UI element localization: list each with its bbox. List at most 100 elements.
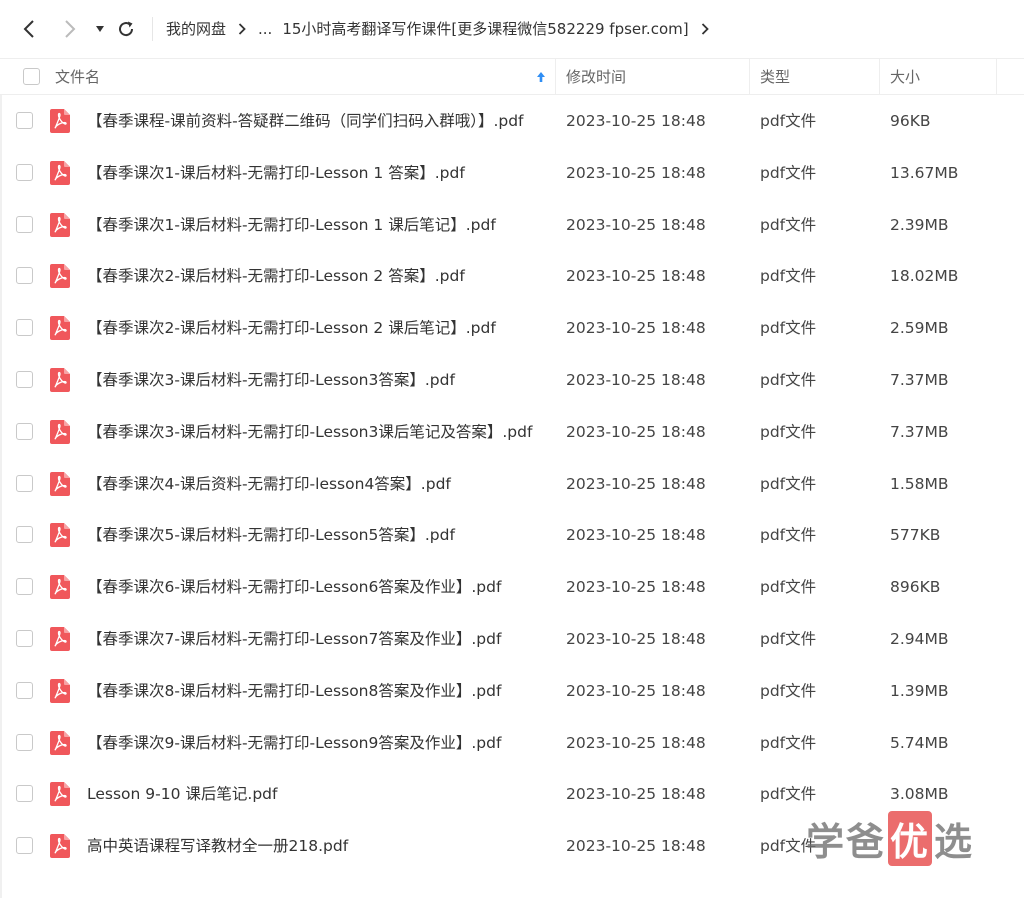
column-divider[interactable]	[555, 59, 556, 94]
file-modified-time: 2023-10-25 18:48	[566, 630, 706, 648]
file-name[interactable]: 【春季课次8-课后材料-无需打印-Lesson8答案及作业】.pdf	[87, 665, 501, 717]
row-checkbox[interactable]	[16, 163, 33, 181]
sort-up-arrow-icon[interactable]	[536, 59, 546, 94]
file-name[interactable]: 高中英语课程写译教材全一册218.pdf	[87, 820, 348, 872]
breadcrumb-current[interactable]: 15小时高考翻译写作课件[更多课程微信582229 fpser.com]	[282, 18, 688, 39]
breadcrumb-root[interactable]: 我的网盘	[166, 18, 226, 39]
row-checkbox[interactable]	[16, 785, 33, 803]
column-divider[interactable]	[749, 59, 750, 94]
row-checkbox[interactable]	[16, 578, 33, 596]
column-type[interactable]: 类型	[760, 59, 790, 94]
column-size[interactable]: 大小	[890, 59, 920, 94]
file-modified-time: 2023-10-25 18:48	[566, 785, 706, 804]
row-checkbox[interactable]	[16, 526, 33, 544]
pdf-file-icon	[50, 627, 70, 651]
pdf-file-icon	[50, 834, 70, 859]
file-name[interactable]: 【春季课次9-课后材料-无需打印-Lesson9答案及作业】.pdf	[87, 717, 501, 769]
file-size: 96KB	[890, 112, 931, 130]
file-size: 5.74MB	[890, 733, 949, 752]
file-name[interactable]: 【春季课次7-课后材料-无需打印-Lesson7答案及作业】.pdf	[87, 613, 501, 665]
file-name[interactable]: 【春季课次1-课后材料-无需打印-Lesson 1 答案】.pdf	[87, 147, 465, 199]
file-row[interactable]: 【春季课次9-课后材料-无需打印-Lesson9答案及作业】.pdf 2023-1…	[0, 717, 1024, 769]
row-checkbox[interactable]	[16, 267, 33, 285]
file-size: 7.37MB	[890, 371, 949, 389]
file-row[interactable]: 【春季课次1-课后材料-无需打印-Lesson 1 答案】.pdf 2023-10…	[0, 147, 1024, 199]
pdf-file-icon	[50, 212, 70, 237]
file-name[interactable]: 【春季课次6-课后材料-无需打印-Lesson6答案及作业】.pdf	[87, 561, 501, 613]
file-modified-time: 2023-10-25 18:48	[566, 422, 706, 441]
file-modified-time: 2023-10-25 18:48	[566, 371, 706, 389]
file-size: 1.39MB	[890, 681, 949, 700]
row-checkbox[interactable]	[16, 733, 33, 751]
file-type: pdf文件	[760, 733, 817, 752]
file-name[interactable]: 【春季课次5-课后材料-无需打印-Lesson5答案】.pdf	[87, 509, 455, 561]
row-checkbox[interactable]	[16, 422, 33, 440]
pdf-file-icon	[50, 782, 70, 807]
history-dropdown-button[interactable]	[88, 17, 112, 41]
file-name[interactable]: 【春季课次2-课后材料-无需打印-Lesson 2 答案】.pdf	[87, 250, 465, 302]
row-checkbox[interactable]	[16, 215, 33, 233]
file-row[interactable]: 【春季课次4-课后资料-无需打印-lesson4答案】.pdf 2023-10-2…	[0, 458, 1024, 510]
select-all-checkbox[interactable]	[23, 59, 40, 94]
file-modified-time: 2023-10-25 18:48	[566, 526, 706, 545]
file-size: 577KB	[890, 526, 941, 545]
file-row[interactable]: 【春季课次8-课后材料-无需打印-Lesson8答案及作业】.pdf 2023-1…	[0, 665, 1024, 717]
row-checkbox[interactable]	[16, 837, 33, 855]
file-row[interactable]: 【春季课次2-课后材料-无需打印-Lesson 2 课后笔记】.pdf 2023-…	[0, 302, 1024, 354]
file-row[interactable]: 【春季课次5-课后材料-无需打印-Lesson5答案】.pdf 2023-10-2…	[0, 509, 1024, 561]
row-checkbox[interactable]	[16, 319, 33, 337]
pdf-file-icon	[50, 160, 70, 185]
file-type: pdf文件	[760, 163, 817, 182]
file-type: pdf文件	[760, 474, 817, 493]
column-modified[interactable]: 修改时间	[566, 59, 626, 94]
file-type: pdf文件	[760, 630, 817, 648]
breadcrumb: 我的网盘 ... 15小时高考翻译写作课件[更多课程微信582229 fpser…	[166, 18, 721, 39]
breadcrumb-ellipsis[interactable]: ...	[258, 20, 272, 38]
refresh-button[interactable]	[114, 17, 138, 41]
file-name[interactable]: 【春季课次4-课后资料-无需打印-lesson4答案】.pdf	[87, 458, 451, 510]
watermark-logo: 学爸优选	[806, 810, 974, 866]
file-name[interactable]: 【春季课程-课前资料-答疑群二维码（同学们扫码入群哦）】.pdf	[87, 95, 524, 147]
pdf-file-icon	[50, 316, 70, 341]
file-modified-time: 2023-10-25 18:48	[566, 474, 706, 493]
watermark-highlight: 优	[888, 810, 933, 866]
file-row[interactable]: 【春季课次7-课后材料-无需打印-Lesson7答案及作业】.pdf 2023-1…	[0, 613, 1024, 665]
file-row[interactable]: 【春季课程-课前资料-答疑群二维码（同学们扫码入群哦）】.pdf 2023-10-…	[0, 95, 1024, 147]
toolbar: 我的网盘 ... 15小时高考翻译写作课件[更多课程微信582229 fpser…	[0, 0, 1024, 58]
forward-button[interactable]	[58, 17, 82, 41]
pdf-file-icon	[50, 523, 70, 548]
file-row[interactable]: 【春季课次2-课后材料-无需打印-Lesson 2 答案】.pdf 2023-10…	[0, 250, 1024, 302]
file-size: 18.02MB	[890, 267, 959, 286]
pdf-file-icon	[50, 575, 70, 600]
file-row[interactable]: 【春季课次3-课后材料-无需打印-Lesson3答案】.pdf 2023-10-2…	[0, 354, 1024, 406]
refresh-icon	[119, 21, 134, 37]
pdf-file-icon	[50, 264, 70, 289]
column-divider[interactable]	[996, 59, 997, 94]
file-modified-time: 2023-10-25 18:48	[566, 578, 706, 597]
file-modified-time: 2023-10-25 18:48	[566, 837, 706, 856]
file-row[interactable]: 【春季课次6-课后材料-无需打印-Lesson6答案及作业】.pdf 2023-1…	[0, 561, 1024, 613]
pdf-file-icon	[50, 678, 70, 703]
file-modified-time: 2023-10-25 18:48	[566, 681, 706, 700]
back-button[interactable]	[17, 17, 41, 41]
file-size: 2.94MB	[890, 630, 949, 648]
file-name[interactable]: 【春季课次1-课后材料-无需打印-Lesson 1 课后笔记】.pdf	[87, 199, 496, 251]
file-type: pdf文件	[760, 319, 817, 338]
file-row[interactable]: 【春季课次3-课后材料-无需打印-Lesson3课后笔记及答案】.pdf 2023…	[0, 406, 1024, 458]
file-row[interactable]: 【春季课次1-课后材料-无需打印-Lesson 1 课后笔记】.pdf 2023-…	[0, 199, 1024, 251]
row-checkbox[interactable]	[16, 371, 33, 388]
file-type: pdf文件	[760, 578, 817, 597]
row-checkbox[interactable]	[16, 474, 33, 492]
file-name[interactable]: 【春季课次2-课后材料-无需打印-Lesson 2 课后笔记】.pdf	[87, 302, 496, 354]
file-name[interactable]: Lesson 9-10 课后笔记.pdf	[87, 768, 277, 820]
breadcrumb-chevron-icon[interactable]	[701, 22, 709, 35]
row-checkbox[interactable]	[16, 630, 33, 647]
column-divider[interactable]	[879, 59, 880, 94]
file-name[interactable]: 【春季课次3-课后材料-无需打印-Lesson3答案】.pdf	[87, 354, 455, 406]
row-checkbox[interactable]	[16, 112, 33, 129]
pdf-file-icon	[50, 368, 70, 392]
file-name[interactable]: 【春季课次3-课后材料-无需打印-Lesson3课后笔记及答案】.pdf	[87, 406, 532, 458]
file-type: pdf文件	[760, 681, 817, 700]
row-checkbox[interactable]	[16, 681, 33, 699]
column-name[interactable]: 文件名	[55, 59, 100, 94]
